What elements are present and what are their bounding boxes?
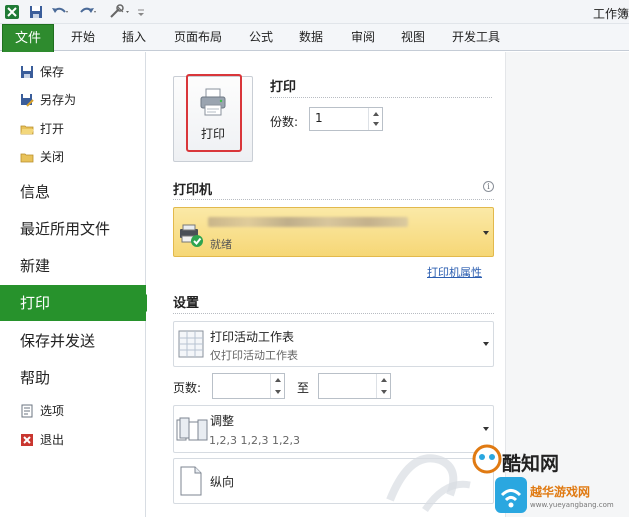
nav-recent[interactable]: 最近所用文件	[20, 218, 110, 240]
save-as-icon	[21, 94, 34, 107]
printer-ready-icon	[180, 224, 203, 247]
watermark-site-url: www.yueyangbang.com	[530, 501, 614, 509]
preview-gutter	[505, 52, 629, 517]
divider	[173, 313, 494, 314]
options-doc-icon	[21, 404, 33, 418]
printer-status: 就绪	[210, 238, 232, 251]
copies-value: 1	[315, 111, 323, 125]
tab-data[interactable]: 数据	[299, 24, 323, 51]
divider	[270, 97, 492, 98]
tools-icon[interactable]	[108, 4, 132, 20]
print-scope-title: 打印活动工作表	[210, 330, 295, 344]
print-heading: 打印	[270, 80, 297, 95]
printer-name-redacted	[208, 217, 408, 227]
print-scope-subtitle: 仅打印活动工作表	[210, 349, 298, 362]
pages-label: 页数:	[173, 381, 202, 395]
brand-logo-icon	[472, 444, 502, 474]
wifi-logo-icon	[495, 477, 527, 513]
nav-open-label: 打开	[40, 122, 65, 136]
close-folder-icon	[20, 153, 34, 163]
copies-stepper[interactable]: 1	[309, 107, 383, 131]
printer-dropdown[interactable]: 就绪	[173, 207, 494, 257]
pages-to-label: 至	[297, 381, 310, 395]
tab-file[interactable]: 文件	[2, 24, 54, 52]
settings-heading: 设置	[173, 296, 200, 311]
watermark-brand: 酷知网	[502, 453, 560, 475]
nav-info[interactable]: 信息	[20, 181, 50, 203]
nav-print[interactable]: 打印	[0, 285, 146, 321]
tab-developer[interactable]: 开发工具	[452, 24, 500, 51]
exit-icon	[21, 434, 33, 446]
pages-to-arrows[interactable]	[376, 374, 390, 398]
tab-home[interactable]: 开始	[71, 24, 95, 51]
tab-page-layout[interactable]: 页面布局	[174, 24, 222, 51]
chevron-down-icon	[483, 427, 489, 431]
divider	[173, 199, 494, 200]
printer-properties-link[interactable]: 打印机属性	[427, 264, 482, 280]
tab-review[interactable]: 审阅	[351, 24, 375, 51]
nav-save-as-label: 另存为	[40, 93, 77, 107]
print-button-highlight	[186, 74, 242, 152]
nav-options-label: 选项	[40, 404, 65, 418]
nav-save-send[interactable]: 保存并发送	[20, 330, 95, 352]
collate-subtitle: 1,2,3 1,2,3 1,2,3	[209, 434, 300, 447]
quick-access-toolbar: 工作簿	[0, 0, 629, 24]
save-icon	[21, 66, 33, 78]
printer-heading: 打印机	[173, 183, 213, 198]
excel-app-icon	[5, 5, 19, 19]
collate-title: 调整	[210, 414, 235, 428]
print-scope-dropdown[interactable]: 打印活动工作表 仅打印活动工作表	[173, 321, 494, 367]
tab-view[interactable]: 视图	[401, 24, 425, 51]
chevron-down-icon	[483, 342, 489, 346]
copies-stepper-arrows[interactable]	[368, 108, 382, 130]
ribbon-tab-strip: 开始 插入 页面布局 公式 数据 审阅 视图 开发工具	[0, 24, 629, 51]
portrait-page-icon	[180, 466, 202, 496]
tab-formulas[interactable]: 公式	[249, 24, 273, 51]
copies-label: 份数:	[270, 115, 299, 129]
redo-icon[interactable]	[78, 4, 98, 20]
nav-close-label: 关闭	[40, 150, 65, 164]
nav-new[interactable]: 新建	[20, 255, 50, 277]
undo-icon[interactable]	[50, 4, 70, 20]
nav-help[interactable]: 帮助	[20, 367, 50, 389]
watermark-site-name: 越华游戏网	[530, 485, 591, 499]
window-title: 工作簿	[592, 7, 629, 21]
open-folder-icon	[20, 125, 34, 135]
pages-from-arrows[interactable]	[270, 374, 284, 398]
worksheet-icon	[178, 330, 204, 358]
pages-to-stepper[interactable]	[318, 373, 391, 399]
nav-save-label: 保存	[40, 65, 65, 79]
orientation-title: 纵向	[210, 475, 235, 489]
info-icon[interactable]: i	[483, 181, 494, 192]
tab-insert[interactable]: 插入	[122, 24, 146, 51]
nav-exit-label: 退出	[40, 433, 65, 447]
collate-icon	[176, 417, 208, 441]
chevron-down-icon	[483, 231, 489, 235]
pages-from-stepper[interactable]	[212, 373, 285, 399]
customize-toolbar-icon[interactable]	[136, 4, 146, 20]
save-icon[interactable]	[28, 4, 44, 20]
